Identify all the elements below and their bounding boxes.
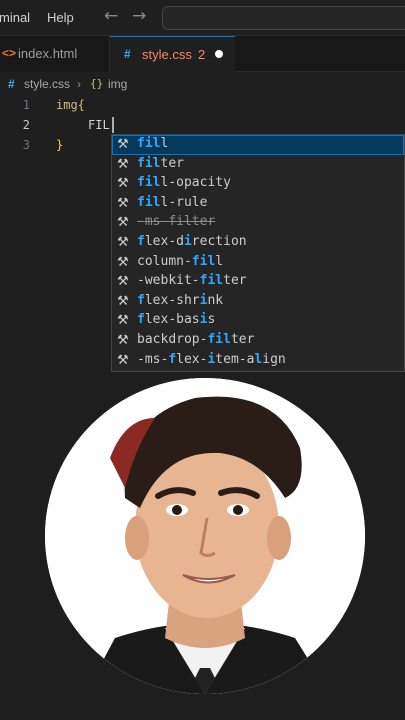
avatar [45, 378, 365, 694]
tab-label: index.html [18, 46, 78, 61]
presenter-area [0, 372, 405, 720]
suggestion-item[interactable]: ⚒ fill-opacity [112, 174, 404, 194]
tab-label: style.css [142, 47, 192, 62]
suggestion-label: -ms-filter [137, 214, 216, 230]
wrench-icon: ⚒ [117, 293, 129, 309]
css-file-icon: # [8, 77, 15, 91]
suggestion-item[interactable]: ⚒ flex-basis [112, 311, 404, 331]
code-line-1: img{ [56, 98, 85, 112]
breadcrumb-file[interactable]: style.css [24, 77, 70, 91]
suggestion-item[interactable]: ⚒ flex-direction [112, 233, 404, 253]
html-file-icon: <> [2, 46, 17, 60]
chevron-right-icon: › [77, 77, 81, 91]
breadcrumb: # style.css › {} img [0, 72, 405, 96]
suggestion-label: backdrop-filter [137, 332, 255, 347]
line-number: 3 [22, 138, 30, 152]
wrench-icon: ⚒ [117, 235, 129, 250]
wrench-icon: ⚒ [117, 313, 129, 329]
arrow-right-icon[interactable]: → [132, 6, 146, 26]
wrench-icon: ⚒ [117, 137, 129, 152]
menu-bar: minal Help ← → [0, 0, 405, 36]
tab-style-css[interactable]: # style.css 2 [110, 36, 235, 72]
problems-count-badge: 2 [198, 47, 206, 62]
suggestion-label: flex-shrink [137, 292, 224, 308]
text-cursor [112, 117, 114, 133]
suggestion-item[interactable]: ⚒ -ms-filter [112, 213, 404, 233]
wrench-icon: ⚒ [117, 274, 129, 290]
suggestion-item[interactable]: ⚒ column-fill [112, 253, 404, 273]
suggestion-label: fill-rule [137, 194, 208, 210]
line-number: 2 [22, 118, 30, 132]
editor-tab-bar: <> index.html # style.css 2 [0, 36, 405, 72]
suggestion-item[interactable]: ⚒ backdrop-filter [112, 331, 404, 351]
suggestion-label: fill [137, 136, 169, 151]
suggestion-item[interactable]: ⚒ -ms-flex-item-align [112, 351, 404, 371]
wrench-icon: ⚒ [117, 195, 129, 211]
menu-item-help[interactable]: Help [47, 10, 74, 25]
tab-index-html[interactable]: <> index.html [0, 36, 110, 72]
menu-item-terminal[interactable]: minal [0, 10, 30, 25]
wrench-icon: ⚒ [117, 333, 129, 348]
arrow-left-icon[interactable]: ← [104, 6, 118, 26]
symbol-icon: {} [90, 77, 104, 90]
code-line-2: FIL [88, 118, 110, 132]
suggestion-item[interactable]: ⚒ fill-rule [112, 194, 404, 214]
line-number: 1 [22, 98, 30, 112]
suggestion-item[interactable]: ⚒ filter [112, 155, 404, 175]
wrench-icon: ⚒ [117, 176, 129, 192]
suggestion-label: flex-basis [137, 312, 216, 328]
suggestion-label: filter [137, 155, 184, 171]
suggestion-label: column-fill [137, 253, 224, 269]
wrench-icon: ⚒ [117, 215, 129, 231]
command-center-search[interactable] [162, 6, 405, 30]
autocomplete-suggestions[interactable]: ⚒ fill ⚒ filter ⚒ fill-opacity ⚒ fill-rule ⚒ -ms-… [111, 134, 405, 372]
breadcrumb-symbol[interactable]: img [108, 77, 127, 91]
suggestion-label: fill-opacity [137, 175, 231, 191]
suggestion-item[interactable]: ⚒ fill [112, 135, 404, 155]
suggestion-label: -webkit-filter [137, 273, 247, 289]
code-line-3: } [56, 138, 64, 152]
wrench-icon: ⚒ [117, 254, 129, 270]
css-file-icon: # [124, 47, 131, 61]
suggestion-label: -ms-flex-item-align [137, 351, 286, 367]
unsaved-dot-icon[interactable] [215, 50, 223, 58]
suggestion-item[interactable]: ⚒ -webkit-filter [112, 272, 404, 292]
suggestion-label: flex-direction [137, 234, 247, 249]
wrench-icon: ⚒ [117, 352, 129, 368]
suggestion-item[interactable]: ⚒ flex-shrink [112, 292, 404, 312]
wrench-icon: ⚒ [117, 156, 129, 172]
